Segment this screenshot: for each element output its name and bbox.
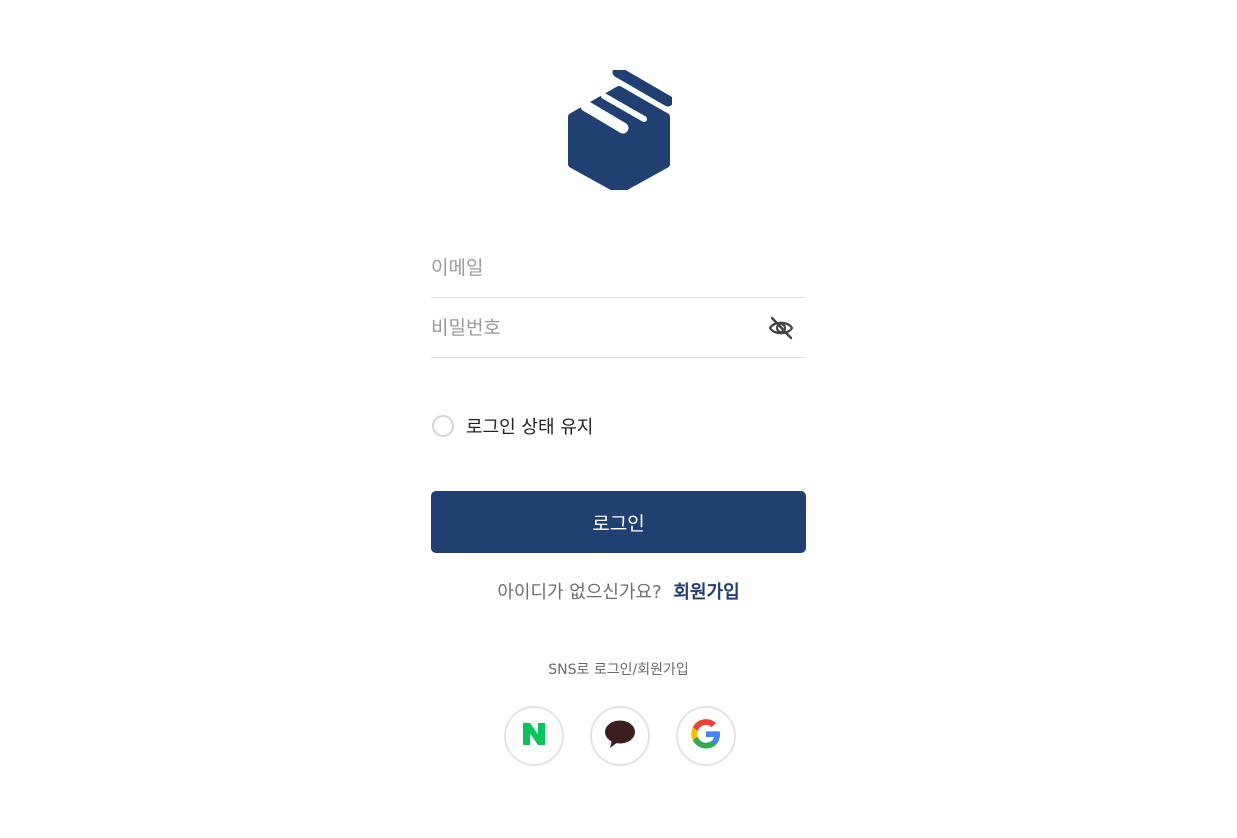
keep-logged-in-option[interactable]: 로그인 상태 유지 <box>431 413 593 439</box>
box-logo-icon <box>566 66 674 194</box>
email-row <box>431 238 806 298</box>
sns-title: SNS로 로그인/회원가입 <box>548 662 689 678</box>
sns-login-group <box>504 706 736 766</box>
signup-link[interactable]: 회원가입 <box>673 582 739 603</box>
naver-login-button[interactable] <box>504 706 564 766</box>
email-field[interactable] <box>431 256 806 279</box>
google-login-button[interactable] <box>676 706 736 766</box>
password-row <box>431 298 806 358</box>
signup-prompt-text: 아이디가 없으신가요? <box>497 582 662 603</box>
keep-logged-in-label: 로그인 상태 유지 <box>466 417 594 438</box>
naver-icon <box>521 722 547 751</box>
password-field[interactable] <box>431 316 806 339</box>
keep-logged-in-radio[interactable] <box>432 415 454 437</box>
signup-prompt-row: 아이디가 없으신가요? 회원가입 <box>0 578 1237 604</box>
login-form <box>431 238 806 358</box>
eye-off-icon[interactable] <box>768 315 794 341</box>
kakao-login-button[interactable] <box>590 706 650 766</box>
kakao-icon <box>604 719 636 754</box>
google-icon <box>690 718 722 755</box>
login-button[interactable]: 로그인 <box>431 491 806 553</box>
